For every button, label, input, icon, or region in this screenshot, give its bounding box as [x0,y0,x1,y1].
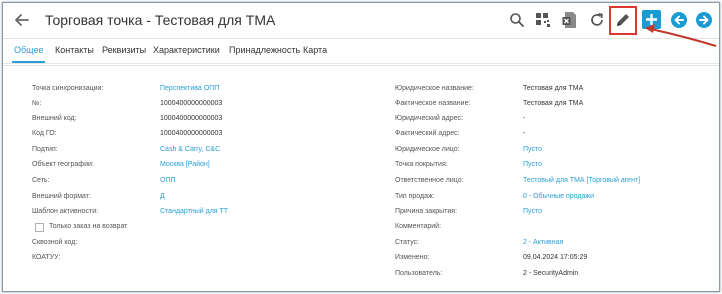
window-frame: Торговая точка - Тестовая для ТМА Общее … [2,2,720,292]
field-label: Ответственное лицо: [395,177,464,184]
field-label: Комментарий: [395,223,442,230]
field-label: Точка синхронизации: [32,85,104,92]
back-arrow-icon[interactable] [13,11,31,29]
field-label: Внешний формат: [32,193,91,200]
tab-membership[interactable]: Принадлежность [229,45,300,55]
tab-characteristics[interactable]: Характеристики [153,45,220,55]
field-label: Юридическое название: [395,85,474,92]
field-value: Тестовая для ТМА [523,100,584,107]
field-value-link[interactable]: Перспектива ОПП [160,85,219,92]
field-label: Тип продаж: [395,193,435,200]
refresh-icon[interactable] [588,11,606,29]
barcode-grid-icon[interactable] [534,11,552,29]
return-only-checkbox[interactable] [35,223,44,232]
field-label: Статус: [395,239,420,246]
field-label: Причина закрытия: [395,208,458,215]
field-label: Пользователь: [395,270,443,277]
field-value-link[interactable]: Тестовый для ТМА [Торговый агент] [523,177,640,184]
field-value: 1000400000000003 [160,115,223,122]
field-value: 1000400000000003 [160,100,223,107]
page-title: Торговая точка - Тестовая для ТМА [45,12,276,28]
field-label: Фактический адрес: [395,130,460,137]
field-value: Тестовая для ТМА [523,85,584,92]
field-value-link[interactable]: 2 - Активная [523,239,563,246]
search-icon[interactable] [508,11,526,29]
field-value-link[interactable]: Пусто [523,208,542,215]
field-value: - [523,115,526,122]
tab-general[interactable]: Общее [14,45,43,55]
tab-contacts[interactable]: Контакты [55,45,94,55]
field-label: №: [32,100,42,107]
field-value: 1000400000000003 [160,130,223,137]
checkbox-label: Только заказ на возврат [49,223,128,230]
field-value: 2 - SecurityAdmin [523,270,579,277]
field-label: Юридический адрес: [395,115,463,122]
field-label: Сквозной код: [32,239,78,246]
field-label: Сеть: [32,177,50,184]
field-label: КОАТУУ: [32,254,61,261]
field-value-link[interactable]: Стандартный для ТТ [160,208,228,215]
field-value-link[interactable]: ОПП [160,177,176,184]
field-label: Подтип: [32,146,58,153]
field-value-link[interactable]: 0 - Обычные продажи [523,193,594,200]
tab-bar: Общее Контакты Реквизиты Характеристики … [3,39,719,64]
field-label: Точка покрытия: [395,161,448,168]
general-content: Точка синхронизации: Перспектива ОПП №: … [3,65,719,290]
field-value-link[interactable]: Москва [Район] [160,161,210,168]
field-label: Шаблон активности: [32,208,99,215]
field-label: Изменено: [395,254,430,261]
active-tab-indicator [12,61,45,63]
field-value: - [523,130,526,137]
header: Торговая точка - Тестовая для ТМА [3,3,719,39]
tab-requisites[interactable]: Реквизиты [102,45,146,55]
field-label: Объект географии: [32,161,94,168]
field-label: Код ГО: [32,130,57,137]
field-value: 09.04.2024 17:05:29 [523,254,588,261]
field-value-link[interactable]: Пусто [523,161,542,168]
field-label: Юридическое лицо: [395,146,460,153]
field-label: Внешний код: [32,115,77,122]
field-value-link[interactable]: Пусто [523,146,542,153]
field-value-link[interactable]: Д [160,193,165,200]
field-label: Фактическое название: [395,100,471,107]
excel-icon[interactable] [561,11,579,29]
field-value-link[interactable]: Cash & Carry, C&C [160,146,220,153]
tab-map[interactable]: Карта [303,45,327,55]
